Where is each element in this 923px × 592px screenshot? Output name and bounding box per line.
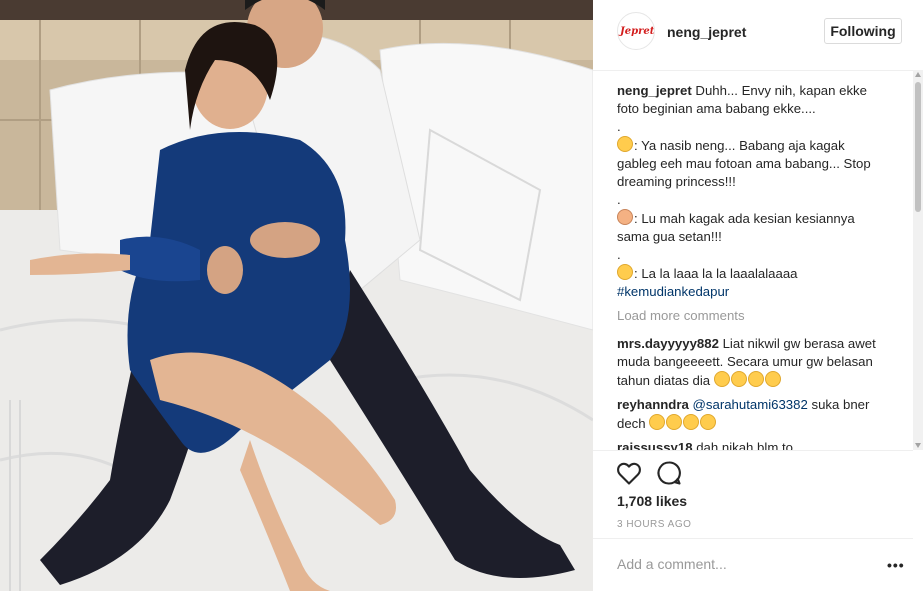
laughing-emoji-icon <box>747 371 764 387</box>
load-more-comments-link[interactable]: Load more comments <box>617 307 903 325</box>
caption-line-4: : La la laaa la la laaalalaaaa <box>634 266 798 281</box>
thumbs-up-emoji-icon <box>700 414 717 430</box>
scroll-down-arrow-icon[interactable] <box>915 443 921 448</box>
mention-link[interactable]: @sarahutami63382 <box>693 397 808 412</box>
unamused-emoji-icon <box>666 414 683 430</box>
comment-item: raissussy18 dah nikah blm to <box>617 439 903 450</box>
caption-line-3b: sama gua setan!!! <box>617 229 722 244</box>
comment-text: Liat nikwil gw berasa awet <box>722 336 876 351</box>
sad-face-emoji-icon <box>617 264 633 280</box>
following-button[interactable]: Following <box>824 18 902 44</box>
comment-text: dah nikah blm to <box>696 440 793 450</box>
comment-text: dech <box>617 416 646 431</box>
hashtag-link[interactable]: #kemudiankedapur <box>617 284 729 299</box>
likes-count[interactable]: 1,708 likes <box>617 493 687 509</box>
comment-text: suka bner <box>811 397 870 412</box>
actions-divider <box>593 450 913 452</box>
comment-username[interactable]: reyhanndra <box>617 397 689 412</box>
scroll-up-arrow-icon[interactable] <box>915 72 921 77</box>
add-comment-input[interactable]: Add a comment... <box>617 556 727 572</box>
post-sidebar: Jepret neng_jepret Following neng_jepret… <box>593 0 923 591</box>
post-header: Jepret neng_jepret Following <box>593 0 913 71</box>
woman-emoji-icon <box>617 209 633 225</box>
heart-icon[interactable] <box>615 459 643 487</box>
caption-text-line2: foto beginian ama babang ekke.... <box>617 101 816 116</box>
comment-text: muda bangeeeett. Secara umur gw belasan <box>617 354 873 369</box>
comment-text: tahun diatas dia <box>617 373 711 388</box>
post-timestamp[interactable]: 3 HOURS AGO <box>617 519 691 530</box>
caption-text-line1: Duhh... Envy nih, kapan ekke <box>695 83 867 98</box>
comment-icon[interactable] <box>655 459 683 487</box>
caption-line-3a: : Lu mah kagak ada kesian kesiannya <box>634 211 855 226</box>
sad-face-emoji-icon <box>617 136 633 152</box>
laughing-emoji-icon <box>713 371 730 387</box>
comments-list: neng_jepret Duhh... Envy nih, kapan ekke… <box>617 82 903 450</box>
laughing-emoji-icon <box>730 371 747 387</box>
caption-username[interactable]: neng_jepret <box>617 83 692 98</box>
caption-dot: . <box>617 192 621 207</box>
caption: neng_jepret Duhh... Envy nih, kapan ekke… <box>617 82 903 301</box>
scrollbar-thumb[interactable] <box>915 82 921 212</box>
caption-line-2a: : Ya nasib neng... Babang aja kagak <box>634 138 845 153</box>
header-username[interactable]: neng_jepret <box>667 24 746 40</box>
caption-line-2c: dreaming princess!!! <box>617 174 736 189</box>
laughing-emoji-icon <box>764 371 781 387</box>
post-photo[interactable] <box>0 0 593 591</box>
comment-username[interactable]: raissussy18 <box>617 440 693 450</box>
laughing-emoji-icon <box>649 414 666 430</box>
caption-dot: . <box>617 119 621 134</box>
more-options-icon[interactable]: ••• <box>887 557 905 573</box>
caption-line-2b: gableg eeh mau fotoan ama babang... Stop <box>617 156 871 171</box>
avatar[interactable]: Jepret <box>617 12 655 50</box>
comment-username[interactable]: mrs.dayyyyy882 <box>617 336 719 351</box>
photo-illustration <box>0 0 593 591</box>
comment-item: reyhanndra @sarahutami63382 suka bner de… <box>617 396 903 433</box>
laughing-emoji-icon <box>683 414 700 430</box>
avatar-logo-text: Jepret <box>620 26 655 37</box>
comment-item: mrs.dayyyyy882 Liat nikwil gw berasa awe… <box>617 335 903 390</box>
caption-dot: . <box>617 247 621 262</box>
comments-scrollbar[interactable] <box>913 70 923 450</box>
